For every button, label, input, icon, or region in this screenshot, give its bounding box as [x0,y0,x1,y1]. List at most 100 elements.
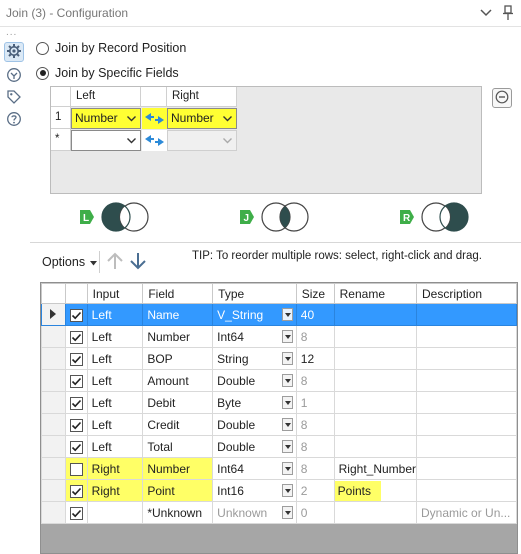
type-dropdown-button[interactable] [281,396,293,409]
include-field-checkbox[interactable] [69,330,83,344]
row-header[interactable] [41,457,66,480]
rename-cell[interactable]: Points [333,479,418,502]
rename-cell[interactable] [333,303,418,326]
column-header-type[interactable]: Type [212,283,297,304]
row-header[interactable] [41,347,66,370]
row-header[interactable] [41,391,66,414]
type-cell[interactable]: Double [212,435,297,458]
size-cell[interactable]: 12 [295,347,335,370]
row-header[interactable] [41,369,66,392]
type-dropdown-button[interactable] [281,418,293,431]
sidebar-item-connections[interactable] [4,66,24,86]
include-field-checkbox[interactable] [69,396,83,410]
row-header[interactable] [41,435,66,458]
row-header[interactable] [41,325,66,348]
column-header-size[interactable]: Size [295,283,335,304]
type-dropdown-button[interactable] [281,462,293,475]
column-header-rename[interactable]: Rename [333,283,418,304]
move-down-button[interactable] [129,251,147,274]
pin-icon[interactable] [500,4,516,22]
type-cell[interactable]: Unknown [212,501,297,524]
description-cell[interactable] [416,325,517,348]
include-field-checkbox[interactable] [69,440,83,454]
column-header-input[interactable]: Input [86,283,144,304]
sidebar-item-annotation[interactable] [4,88,24,108]
column-header-field[interactable]: Field [142,283,214,304]
type-dropdown-button[interactable] [281,374,293,387]
rename-cell[interactable] [333,325,418,348]
description-cell[interactable] [416,391,517,414]
include-field-checkbox[interactable] [69,352,83,366]
rename-cell[interactable]: Right_Number [333,457,418,480]
size-cell[interactable]: 8 [295,413,335,436]
table-row[interactable]: *Unknown Unknown 0 Dynamic or Un... [41,501,517,524]
description-cell[interactable] [416,369,517,392]
join-by-fields-option[interactable]: Join by Specific Fields [36,66,179,80]
description-cell[interactable] [416,479,517,502]
rename-cell[interactable] [333,413,418,436]
type-cell[interactable]: V_String [212,303,297,326]
table-row[interactable]: Left BOP String 12 [41,347,517,370]
type-dropdown-button[interactable] [281,484,293,497]
row-header[interactable] [41,479,66,502]
size-cell[interactable]: 8 [295,369,335,392]
type-cell[interactable]: Double [212,369,297,392]
size-cell[interactable]: 40 [295,303,335,326]
rename-cell[interactable] [333,391,418,414]
type-cell[interactable]: Double [212,413,297,436]
join-by-position-option[interactable]: Join by Record Position [36,41,186,55]
right-field-select[interactable]: Number [167,108,237,129]
options-menu-button[interactable]: Options [38,251,100,273]
table-row[interactable]: Left Number Int64 8 [41,325,517,348]
size-cell[interactable]: 0 [295,501,335,524]
table-row[interactable]: Left Total Double 8 [41,435,517,458]
type-dropdown-button[interactable] [281,440,293,453]
chevron-down-icon[interactable] [478,4,494,22]
row-header[interactable] [41,501,66,524]
size-cell[interactable]: 8 [295,457,335,480]
description-cell[interactable] [416,435,517,458]
join-by-fields-radio[interactable] [36,66,49,80]
include-field-checkbox[interactable] [69,484,83,498]
description-cell[interactable] [416,457,517,480]
table-row[interactable]: Left Credit Double 8 [41,413,517,436]
include-field-checkbox[interactable] [69,308,83,322]
rename-cell[interactable] [333,369,418,392]
delete-join-row-button[interactable] [492,88,512,108]
row-header[interactable] [41,413,66,436]
rename-cell[interactable] [333,347,418,370]
type-cell[interactable]: Int64 [212,457,297,480]
description-cell[interactable] [416,413,517,436]
rename-cell[interactable] [333,435,418,458]
type-cell[interactable]: Int64 [212,325,297,348]
type-cell[interactable]: Int16 [212,479,297,502]
new-left-field-select[interactable] [71,130,141,151]
size-cell[interactable]: 8 [295,325,335,348]
type-dropdown-button[interactable] [281,506,293,519]
row-header[interactable] [41,303,66,326]
include-field-checkbox[interactable] [69,506,83,520]
join-by-position-radio[interactable] [36,41,49,55]
table-row[interactable]: Left Amount Double 8 [41,369,517,392]
sidebar-item-configuration[interactable] [4,42,24,62]
size-cell[interactable]: 1 [295,391,335,414]
table-row[interactable]: Left Debit Byte 1 [41,391,517,414]
include-field-checkbox[interactable] [69,418,83,432]
size-cell[interactable]: 8 [295,435,335,458]
table-row[interactable]: Right Point Int16 2 Points [41,479,517,502]
include-field-checkbox[interactable] [69,462,83,476]
column-header-description[interactable]: Description [416,283,517,304]
move-up-button[interactable] [106,251,124,274]
type-dropdown-button[interactable] [281,352,293,365]
type-cell[interactable]: Byte [212,391,297,414]
table-row[interactable]: Right Number Int64 8 Right_Number [41,457,517,480]
sidebar-item-help[interactable] [4,110,24,130]
table-row[interactable]: Left Name V_String 40 [41,303,517,326]
type-dropdown-button[interactable] [281,308,293,321]
size-cell[interactable]: 2 [295,479,335,502]
type-dropdown-button[interactable] [281,330,293,343]
type-cell[interactable]: String [212,347,297,370]
rename-cell[interactable] [333,501,418,524]
left-field-select[interactable]: Number [71,108,141,129]
description-cell[interactable] [416,303,517,326]
